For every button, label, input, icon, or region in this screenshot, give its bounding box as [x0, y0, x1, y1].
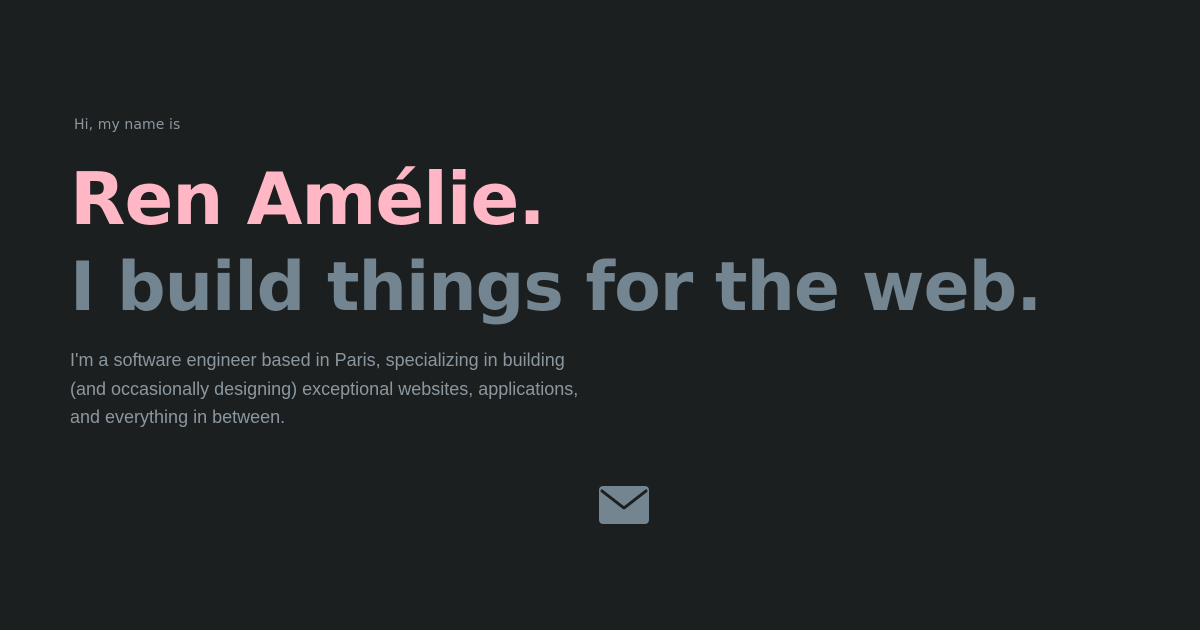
name-heading: Ren Amélie.: [70, 157, 546, 241]
tagline-heading: I build things for the web.: [70, 248, 1042, 327]
greeting-text: Hi, my name is: [74, 117, 181, 133]
bio-text: I'm a software engineer based in Paris, …: [70, 350, 579, 427]
hero-section: Hi, my name is Ren Amélie. I build thing…: [0, 0, 1200, 630]
envelope-icon: [599, 486, 649, 524]
email-link[interactable]: [599, 486, 649, 524]
